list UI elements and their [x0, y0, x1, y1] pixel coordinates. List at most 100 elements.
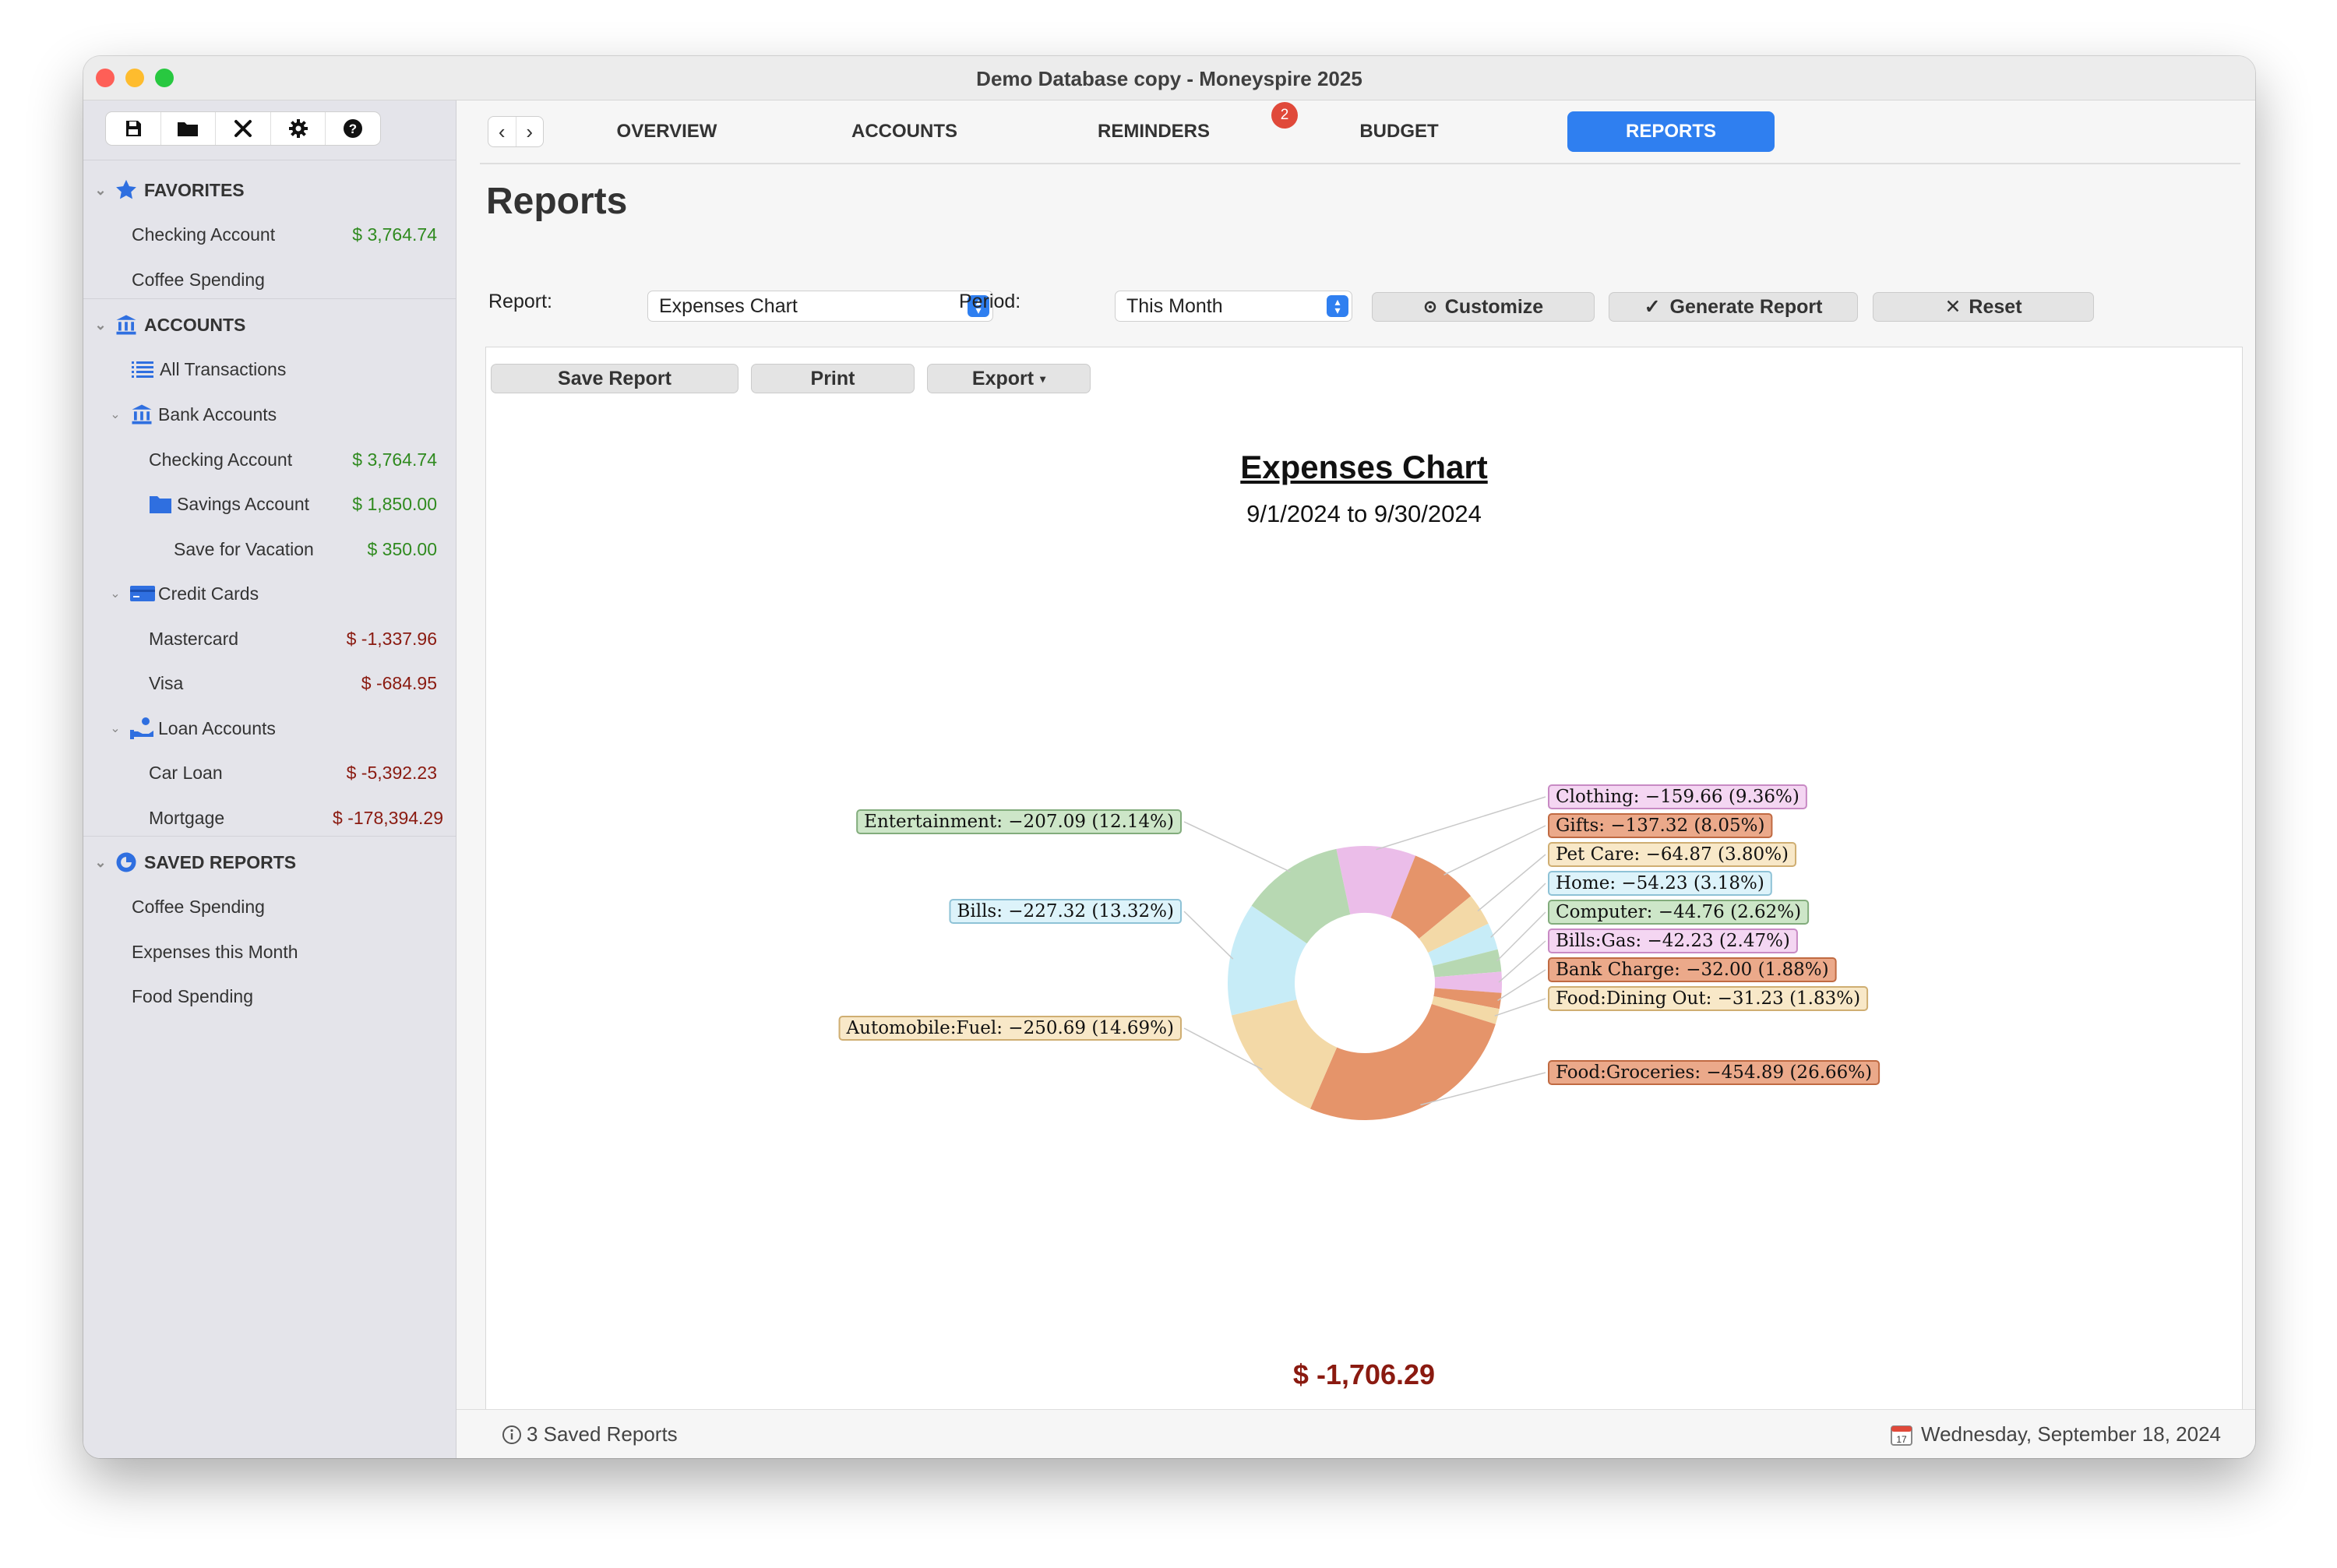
svg-text:Food:Groceries: −454.89 (26.66: Food:Groceries: −454.89 (26.66%): [1556, 1062, 1872, 1083]
svg-text:Home: −54.23 (3.18%): Home: −54.23 (3.18%): [1556, 873, 1764, 893]
pie-leader-line: [1376, 796, 1546, 851]
sidebar-item-label: All Transactions: [160, 358, 287, 379]
reports-icon: [116, 852, 136, 872]
tab-overview[interactable]: OVERVIEW: [581, 111, 753, 152]
sidebar-item-label: Checking Account: [132, 224, 276, 245]
sidebar-item-mastercard[interactable]: Mastercard: [149, 623, 238, 654]
list-icon: [132, 361, 153, 378]
period-select[interactable]: This Month ▴ ▾: [1115, 291, 1352, 322]
chevron-down-icon: ⌄: [110, 722, 121, 735]
saved-reports-section-header[interactable]: ⌄ SAVED REPORTS: [91, 847, 296, 878]
report-field-label: Report:: [488, 291, 552, 312]
sidebar-item-label: Loan Accounts: [158, 717, 276, 738]
settings-button[interactable]: [271, 112, 326, 145]
chevron-down-icon: ⌄: [110, 408, 121, 421]
svg-text:Clothing: −159.66 (9.36%): Clothing: −159.66 (9.36%): [1556, 787, 1799, 807]
date-status: 17 Wednesday, September 18, 2024: [1890, 1422, 2221, 1446]
chevron-down-icon: ⌄: [94, 854, 107, 870]
pie-leader-line: [1183, 911, 1234, 960]
pie-slice-label: Bank Charge: −32.00 (1.88%): [1548, 957, 1837, 982]
reset-label: Reset: [1969, 295, 2022, 318]
current-date: Wednesday, September 18, 2024: [1921, 1422, 2221, 1446]
x-mark-icon: ✕: [1944, 296, 1962, 318]
reset-button[interactable]: ✕ Reset: [1873, 292, 2094, 322]
folder-icon: [178, 122, 199, 136]
sidebar-group-bank-accounts[interactable]: ⌄ Bank Accounts: [107, 399, 277, 430]
svg-text:Bank Charge: −32.00 (1.88%): Bank Charge: −32.00 (1.88%): [1556, 960, 1829, 980]
report-select[interactable]: Expenses Chart ▴ ▾: [647, 291, 993, 322]
svg-text:Entertainment: −207.09 (12.14%: Entertainment: −207.09 (12.14%): [864, 812, 1174, 832]
expenses-pie-chart: Clothing: −159.66 (9.36%) Gifts: −137.32 …: [838, 784, 1881, 1120]
tab-reminders[interactable]: REMINDERS: [1052, 111, 1255, 152]
sidebar-item-label: Food Spending: [132, 985, 254, 1006]
accounts-section-header[interactable]: ⌄ ACCOUNTS: [91, 309, 245, 340]
sidebar: ? ⌄ FAVORITES Checking Account $ 3,764.7…: [83, 100, 456, 1458]
tab-budget[interactable]: BUDGET: [1313, 111, 1485, 152]
tab-reports[interactable]: REPORTS: [1567, 111, 1775, 152]
pie-slice-label: Entertainment: −207.09 (12.14%): [856, 809, 1182, 834]
sidebar-item-checking-account[interactable]: Checking Account: [149, 444, 292, 475]
forward-arrow-icon[interactable]: ›: [516, 117, 544, 146]
pie-leader-line: [1477, 854, 1546, 912]
sidebar-item-car-loan[interactable]: Car Loan: [149, 757, 223, 788]
svg-text:Bills:Gas: −42.23 (2.47%): Bills:Gas: −42.23 (2.47%): [1556, 931, 1790, 951]
folder-icon: [150, 496, 171, 513]
tab-accounts[interactable]: ACCOUNTS: [811, 111, 998, 152]
save-button[interactable]: [106, 112, 161, 145]
sidebar-item-visa[interactable]: Visa: [149, 668, 183, 699]
gear-icon: [1424, 301, 1436, 313]
chevron-down-icon: ⌄: [110, 587, 121, 601]
reminders-badge: 2: [1271, 102, 1298, 129]
sidebar-item-save-for-vacation[interactable]: Save for Vacation: [174, 534, 314, 565]
calendar-icon: 17: [1891, 1425, 1913, 1446]
mastercard-amount: $ -1,337.96: [346, 628, 437, 649]
saved-reports-label: SAVED REPORTS: [144, 851, 297, 872]
chevron-down-icon: ⌄: [94, 316, 107, 333]
sidebar-item-label: Bank Accounts: [158, 403, 277, 425]
sidebar-item-all-transactions[interactable]: All Transactions: [132, 354, 286, 385]
window-title: Demo Database copy - Moneyspire 2025: [976, 67, 1362, 90]
report-select-value: Expenses Chart: [659, 294, 798, 317]
sidebar-group-loan-accounts[interactable]: ⌄ Loan Accounts: [107, 713, 276, 744]
pie-slice-label: Bills:Gas: −42.23 (2.47%): [1548, 928, 1798, 953]
report-total: $ -1,706.29: [1292, 1358, 1436, 1390]
generate-report-label: Generate Report: [1669, 295, 1823, 318]
svg-text:Computer: −44.76 (2.62%): Computer: −44.76 (2.62%): [1556, 902, 1801, 922]
sidebar-divider: [83, 836, 456, 837]
saved-report-expenses-this-month[interactable]: Expenses this Month: [132, 936, 298, 967]
sidebar-item-savings-account[interactable]: Savings Account: [149, 488, 309, 520]
pie-slice-label: Computer: −44.76 (2.62%): [1548, 900, 1810, 925]
sidebar-divider: [83, 298, 456, 299]
pie-leader-line: [1496, 911, 1546, 962]
sidebar-group-credit-cards[interactable]: ⌄ Credit Cards: [107, 578, 259, 609]
pie-leader-line: [1498, 940, 1546, 983]
back-arrow-icon[interactable]: ‹: [488, 117, 516, 146]
generate-report-button[interactable]: ✓ Generate Report: [1609, 292, 1858, 322]
sidebar-item-label: Checking Account: [149, 449, 293, 470]
svg-text:Bills: −227.32 (13.32%): Bills: −227.32 (13.32%): [957, 901, 1174, 921]
favorites-section-header[interactable]: ⌄ FAVORITES: [91, 174, 244, 206]
sidebar-item-mortgage[interactable]: Mortgage: [149, 802, 224, 833]
bank-icon: [116, 315, 136, 335]
svg-text:Pet Care: −64.87 (3.80%): Pet Care: −64.87 (3.80%): [1556, 844, 1789, 865]
sidebar-item-label: Visa: [149, 672, 184, 693]
sidebar-item-label: Coffee Spending: [132, 269, 265, 290]
app-window: Demo Database copy - Moneyspire 2025 ? ⌄: [83, 56, 2255, 1458]
favorite-checking-account[interactable]: Checking Account: [132, 219, 275, 250]
open-folder-button[interactable]: [161, 112, 217, 145]
saved-reports-count: 3 Saved Reports: [527, 1422, 678, 1446]
favorite-coffee-spending[interactable]: Coffee Spending: [132, 264, 265, 295]
sidebar-item-label: Save for Vacation: [174, 538, 314, 559]
customize-button[interactable]: Customize: [1372, 292, 1595, 322]
saved-report-coffee-spending[interactable]: Coffee Spending: [132, 891, 265, 922]
floppy-disk-icon: [125, 121, 141, 136]
tools-button[interactable]: [216, 112, 271, 145]
pie-slice-label: Automobile:Fuel: −250.69 (14.69%): [838, 1016, 1182, 1041]
pie-slice-label: Gifts: −137.32 (8.05%): [1548, 813, 1773, 838]
credit-card-icon: [130, 586, 155, 601]
bank-icon: [132, 404, 152, 425]
help-button[interactable]: ?: [326, 112, 380, 145]
period-select-value: This Month: [1126, 294, 1223, 317]
saved-report-food-spending[interactable]: Food Spending: [132, 981, 253, 1012]
status-bar: 3 Saved Reports 17 Wednesday, September …: [456, 1409, 2255, 1458]
